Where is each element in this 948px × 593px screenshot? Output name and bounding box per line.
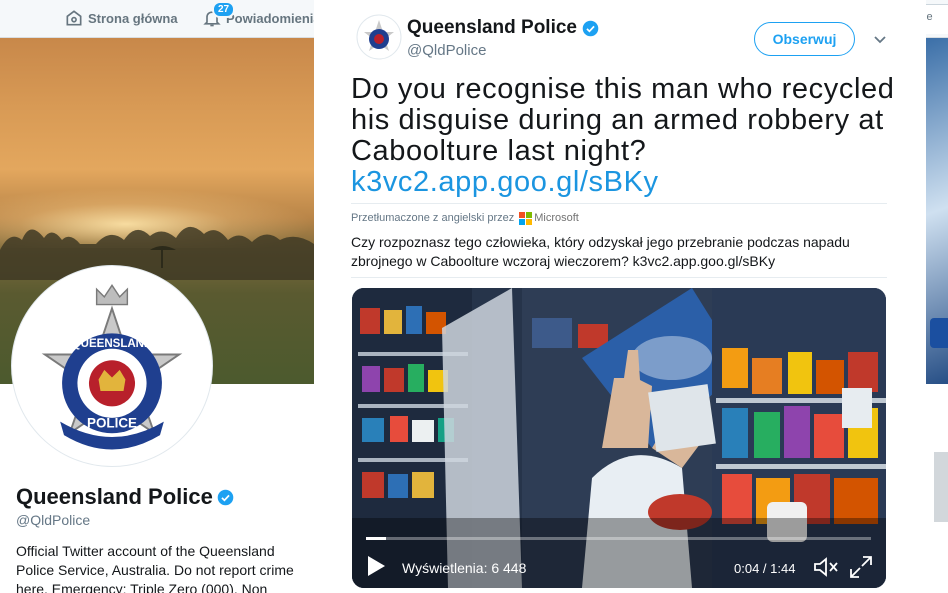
follow-button[interactable]: Obserwuj [754,22,855,56]
right-backdrop-lower [926,384,948,593]
divider [351,203,887,204]
home-icon [66,10,82,26]
video-frame [352,288,886,588]
tweet-link[interactable]: k3vc2.app.goo.gl/sBKy [351,167,896,198]
video-progress-bar[interactable] [366,537,871,540]
divider [351,277,887,278]
tweet-text: Do you recognise this man who recycled h… [351,74,896,198]
microsoft-logo[interactable]: Microsoft [519,212,579,225]
nav-notifications[interactable]: 27 Powiadomienia [202,1,321,28]
profile-name[interactable]: Queensland Police [16,484,234,510]
profile-name-text: Queensland Police [16,484,213,509]
svg-text:QUEENSLAND: QUEENSLAND [72,338,153,350]
profile-avatar[interactable]: QUEENSLAND POLICE [12,266,212,466]
nav-home-label: Strona główna [88,10,178,26]
translator-name: Microsoft [534,212,579,224]
video-progress-fill [366,537,387,540]
notifications-badge: 27 [212,1,236,18]
translated-by-label: Przetłumaczone z angielski przez [351,212,515,224]
svg-text:POLICE: POLICE [87,415,137,430]
right-backdrop-shape [930,318,948,348]
banner-trees [0,226,314,280]
qld-police-badge: QUEENSLAND POLICE [19,273,205,459]
translation-attribution: Przetłumaczone z angielski przez Microso… [351,212,579,225]
profile-handle[interactable]: @QldPolice [16,512,90,528]
author-name[interactable]: Queensland Police [407,17,599,39]
video-time: 0:04 / 1:44 [734,561,796,576]
play-icon[interactable] [364,553,388,579]
video-player[interactable]: Wyświetlenia: 6 448 0:04 / 1:44 [352,288,886,588]
author-avatar[interactable] [356,14,402,60]
fullscreen-icon[interactable] [848,554,874,580]
bell-wrap: 27 [202,1,236,28]
author-handle[interactable]: @QldPolice [407,42,486,59]
tweet-body: Do you recognise this man who recycled h… [351,73,895,167]
verified-icon [582,20,599,36]
verified-icon [217,489,234,505]
tweet-modal: Queensland Police @QldPolice Obserwuj Do… [314,0,926,593]
video-views: Wyświetlenia: 6 448 [402,560,527,576]
mute-icon[interactable] [812,555,840,579]
nav-notifications-label: Powiadomienia [226,10,321,26]
author-name-text: Queensland Police [407,17,577,38]
right-backdrop [926,38,948,384]
microsoft-logo-grid [519,212,533,225]
nav-home[interactable]: Strona główna [64,8,178,28]
right-thumbnail [934,452,948,522]
author-badge-icon [356,14,402,60]
chevron-down-icon[interactable] [870,30,890,50]
translated-text: Czy rozpoznasz tego człowieka, który odz… [351,234,850,269]
profile-bio: Official Twitter account of the Queensla… [16,543,294,593]
